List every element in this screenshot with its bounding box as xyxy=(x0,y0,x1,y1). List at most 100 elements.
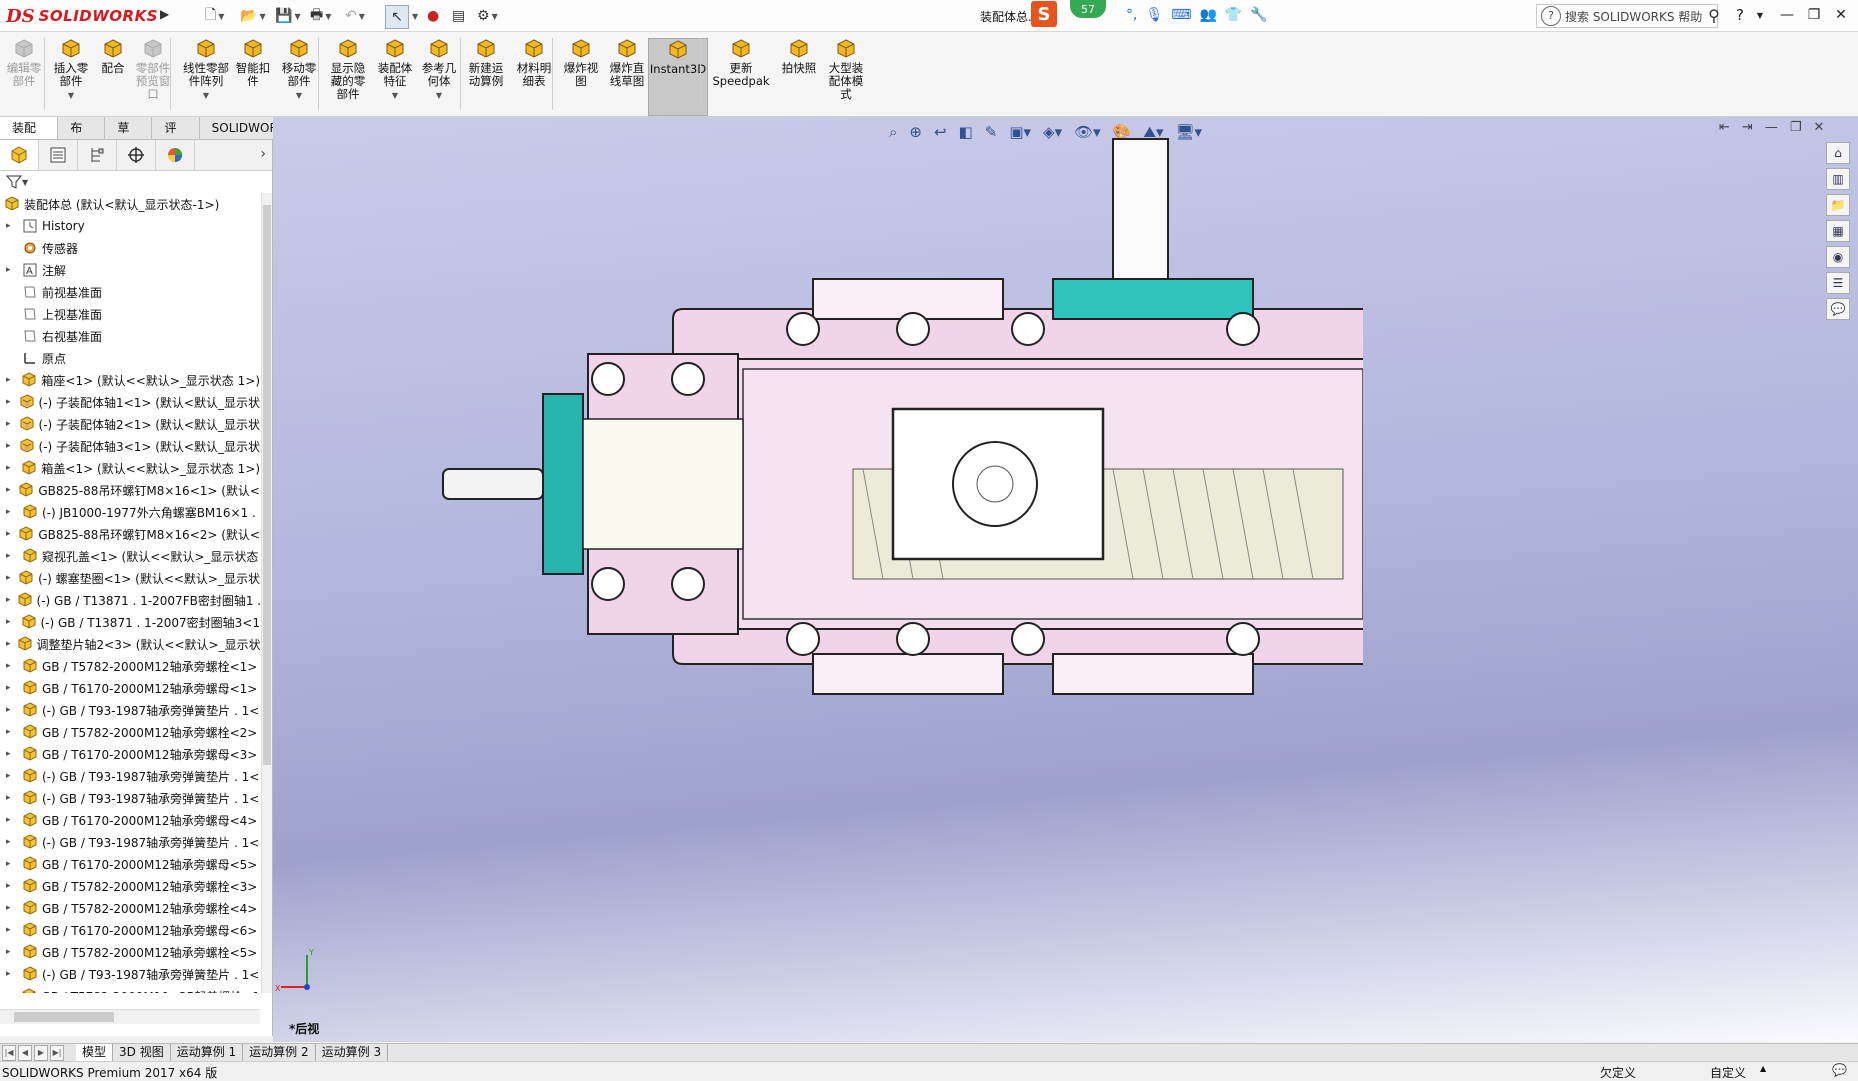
tree-item[interactable]: ▸ (-) 子装配体轴1<1> (默认<默认_显示状 xyxy=(0,391,260,413)
tree-item[interactable]: ▸ (-) GB / T93-1987轴承旁弹簧垫片 . 1< xyxy=(0,831,260,853)
ribbon-cmd-12[interactable]: 爆炸视 图 xyxy=(560,38,602,114)
unit-dropdown-icon[interactable]: ▲ xyxy=(1760,1064,1766,1073)
expand-arrow-icon[interactable]: ▸ xyxy=(6,419,13,429)
expand-arrow-icon[interactable]: ▸ xyxy=(6,727,16,737)
expand-arrow-icon[interactable]: ▸ xyxy=(6,947,16,957)
graphics-area[interactable]: ⌕ ⊕ ↩ ◧ ✎ ▣▾ ◈▾ 👁▾ 🎨 ⛰▾ 🖥▾ ⇤ ⇥ — ❐ ✕ ⌂ ▥… xyxy=(273,117,1858,1042)
expand-arrow-icon[interactable]: ▸ xyxy=(6,815,16,825)
expand-arrow-icon[interactable]: ▸ xyxy=(6,507,16,517)
tree-item[interactable]: ▸ GB / T5782-2000M10×35起盖螺栓<1 xyxy=(0,985,260,993)
configuration-manager-tab[interactable] xyxy=(78,140,117,170)
open-button[interactable]: 📂 ▼ xyxy=(240,5,266,27)
tree-item[interactable]: ▸ GB / T5782-2000M12轴承旁螺栓<5> xyxy=(0,941,260,963)
tree-item[interactable]: ▸ GB / T5782-2000M12轴承旁螺栓<2> xyxy=(0,721,260,743)
tree-item[interactable]: 原点 xyxy=(0,347,260,369)
viewport-restore-icon[interactable]: ❐ xyxy=(1790,120,1802,135)
tree-item[interactable]: ▸ GB / T6170-2000M12轴承旁螺母<1> xyxy=(0,677,260,699)
prev-tab-icon[interactable]: ◀ xyxy=(18,1044,32,1061)
tree-item[interactable]: ▸ GB / T6170-2000M12轴承旁螺母<5> xyxy=(0,853,260,875)
ribbon-cmd-8[interactable]: 装配体 特征 ▼ xyxy=(374,38,416,114)
tree-item[interactable]: ▸ 窥视孔盖<1> (默认<<默认>_显示状态 xyxy=(0,545,260,567)
expand-arrow-icon[interactable]: ▸ xyxy=(6,661,16,671)
tree-item[interactable]: ▸ (-) GB / T93-1987轴承旁弹簧垫片 . 1< xyxy=(0,765,260,787)
next-tab-icon[interactable]: ▶ xyxy=(34,1044,48,1061)
tree-item[interactable]: ▸ History xyxy=(0,215,260,237)
help-dropdown[interactable]: ▼ xyxy=(1748,4,1772,26)
unit-system[interactable]: 自定义 xyxy=(1710,1064,1746,1081)
tree-item[interactable]: ▸ (-) 子装配体轴2<1> (默认<默认_显示状 xyxy=(0,413,260,435)
ribbon-cmd-0[interactable]: 编辑零 部件 xyxy=(4,38,44,114)
view-palette-icon[interactable]: ▦ xyxy=(1826,220,1850,242)
expand-arrow-icon[interactable]: ▸ xyxy=(6,991,15,993)
ribbon-cmd-17[interactable]: 大型装 配体模 式 xyxy=(822,38,870,114)
next-window-icon[interactable]: ⇥ xyxy=(1742,120,1753,135)
appearances-icon[interactable]: ◉ xyxy=(1826,246,1850,268)
expand-arrow-icon[interactable]: ▸ xyxy=(6,221,16,231)
tree-root-assembly[interactable]: 装配体总 (默认<默认_显示状态-1>) xyxy=(0,193,260,215)
file-explorer-icon[interactable]: 📁 xyxy=(1826,194,1850,216)
tree-item[interactable]: ▸ GB / T6170-2000M12轴承旁螺母<3> xyxy=(0,743,260,765)
ribbon-cmd-5[interactable]: 智能扣 件 xyxy=(232,38,274,114)
tab-3[interactable]: 评估 xyxy=(152,117,200,157)
expand-arrow-icon[interactable]: ▸ xyxy=(6,969,16,979)
expand-arrow-icon[interactable]: ▸ xyxy=(6,639,11,649)
design-library-icon[interactable]: ▥ xyxy=(1826,168,1850,190)
property-manager-tab[interactable] xyxy=(39,140,78,170)
user-icon[interactable]: 👥 xyxy=(1199,7,1216,23)
ribbon-cmd-9[interactable]: 参考几 何体 ▼ xyxy=(418,38,460,114)
scrollbar-thumb[interactable] xyxy=(263,205,271,765)
expand-arrow-icon[interactable]: ▸ xyxy=(6,903,16,913)
new-document-button[interactable]: 🗋 ▼ xyxy=(205,5,224,27)
expand-arrow-icon[interactable]: ▸ xyxy=(6,749,16,759)
expand-arrow-icon[interactable]: ▸ xyxy=(6,375,15,385)
solidworks-logo[interactable]: DS SOLIDWORKS xyxy=(6,4,158,28)
expand-arrow-icon[interactable]: ▸ xyxy=(6,529,12,539)
wrench-icon[interactable]: 🔧 xyxy=(1250,7,1267,23)
tree-filter[interactable]: ▼ xyxy=(0,171,278,193)
tab-0[interactable]: 装配体 xyxy=(0,117,59,157)
ribbon-cmd-11[interactable]: 材料明 细表 xyxy=(512,38,556,114)
tree-item[interactable]: ▸ (-) GB / T93-1987轴承旁弹簧垫片 . 1< xyxy=(0,963,260,985)
tree-item[interactable]: ▸ GB / T5782-2000M12轴承旁螺栓<1> xyxy=(0,655,260,677)
ribbon-cmd-14[interactable]: Instant3D xyxy=(648,38,708,116)
scrollbar-thumb[interactable] xyxy=(14,1012,114,1022)
tree-item[interactable]: 前视基准面 xyxy=(0,281,260,303)
close-button[interactable]: ✕ xyxy=(1829,4,1853,26)
previous-window-icon[interactable]: ⇤ xyxy=(1719,120,1730,135)
dropdown-arrow-icon[interactable]: ▼ xyxy=(296,89,302,102)
expand-arrow-icon[interactable]: ▸ xyxy=(6,771,16,781)
ribbon-cmd-3[interactable]: 零部件 预览窗 口 xyxy=(132,38,174,114)
bottom-tab-2[interactable]: 运动算例 1 xyxy=(171,1044,244,1061)
viewport-minimize-icon[interactable]: — xyxy=(1765,120,1778,135)
tree-item[interactable]: 传感器 xyxy=(0,237,260,259)
tree-item[interactable]: ▸ GB / T6170-2000M12轴承旁螺母<4> xyxy=(0,809,260,831)
keyboard-icon[interactable]: ⌨ xyxy=(1171,7,1191,23)
tree-item[interactable]: ▸ GB / T6170-2000M12轴承旁螺母<6> xyxy=(0,919,260,941)
expand-arrow-icon[interactable]: ▸ xyxy=(6,595,11,605)
menu-expand-icon[interactable]: ▶ xyxy=(160,7,172,25)
dropdown-arrow-icon[interactable]: ▼ xyxy=(68,89,74,102)
expand-arrow-icon[interactable]: ▸ xyxy=(6,463,15,473)
file-properties-button[interactable]: ▤ xyxy=(452,5,465,27)
expand-arrow-icon[interactable]: ▸ xyxy=(6,793,16,803)
tree-item[interactable]: ▸ 箱盖<1> (默认<<默认>_显示状态 1>) xyxy=(0,457,260,479)
last-tab-icon[interactable]: ▶| xyxy=(50,1044,64,1061)
sogou-ime-icon[interactable]: S xyxy=(1031,1,1057,27)
dropdown-arrow-icon[interactable]: ▼ xyxy=(203,89,209,102)
tree-item[interactable]: ▸ (-) JB1000-1977外六角螺塞BM16×1 . xyxy=(0,501,260,523)
ribbon-cmd-6[interactable]: 移动零 部件 ▼ xyxy=(276,38,322,114)
feature-manager-tab[interactable] xyxy=(0,140,39,170)
expand-arrow-icon[interactable]: ▸ xyxy=(6,925,16,935)
ribbon-cmd-10[interactable]: 新建运 动算例 xyxy=(464,38,508,114)
dropdown-arrow-icon[interactable]: ▼ xyxy=(436,89,442,102)
expand-arrow-icon[interactable]: ▸ xyxy=(6,265,16,275)
restore-button[interactable]: ❐ xyxy=(1802,4,1826,26)
expand-arrow-icon[interactable]: ▸ xyxy=(6,837,16,847)
ribbon-cmd-13[interactable]: 爆炸直 线草图 xyxy=(604,38,650,114)
bottom-tab-3[interactable]: 运动算例 2 xyxy=(243,1044,316,1061)
expand-arrow-icon[interactable]: ▸ xyxy=(6,441,13,451)
expand-arrow-icon[interactable]: ▸ xyxy=(6,551,16,561)
dropdown-arrow-icon[interactable]: ▼ xyxy=(392,89,398,102)
print-button[interactable]: 🖶 ▼ xyxy=(310,5,331,27)
expand-arrow-icon[interactable]: ▸ xyxy=(6,617,15,627)
